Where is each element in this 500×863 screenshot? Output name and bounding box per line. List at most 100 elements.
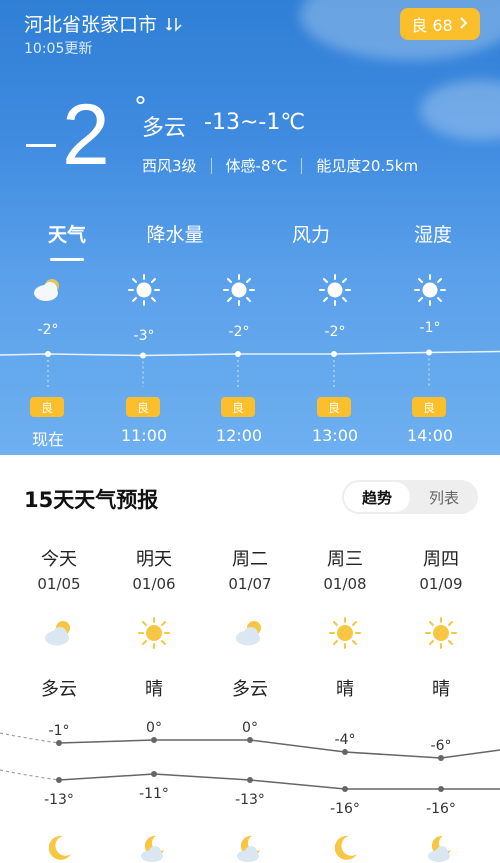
air-quality-button[interactable]: 良 68 bbox=[400, 8, 480, 40]
minus-sign bbox=[26, 144, 56, 147]
sun-icon bbox=[223, 274, 255, 306]
low-temp-label: -13° bbox=[44, 792, 74, 808]
cloudy-night-icon bbox=[141, 835, 164, 862]
trend-view-button[interactable]: 趋势 bbox=[344, 482, 410, 512]
hour-time: 现在 bbox=[31, 430, 64, 449]
day-condition: 晴 bbox=[432, 679, 450, 700]
sun-icon bbox=[319, 274, 351, 306]
low-temp-point bbox=[56, 777, 62, 783]
current-temperature: 2 ° bbox=[26, 87, 147, 183]
hour-aqi-badge: 良 bbox=[412, 397, 446, 417]
day-name: 明天 bbox=[136, 549, 172, 570]
header-top: 河北省张家口市 10:05更新 良 68 bbox=[24, 8, 480, 57]
high-temp-label: -6° bbox=[431, 738, 452, 754]
day-date: 01/06 bbox=[132, 575, 176, 593]
sun-icon bbox=[128, 274, 160, 306]
hour-temperature: -3° bbox=[133, 328, 155, 344]
low-temp-point bbox=[151, 771, 157, 777]
day-date: 01/05 bbox=[37, 575, 81, 593]
tab-humidity[interactable]: 湿度 bbox=[383, 220, 483, 247]
day-condition: 多云 bbox=[41, 679, 77, 700]
tab-weather[interactable]: 天气 bbox=[17, 220, 117, 247]
hour-time: 14:00 bbox=[406, 426, 454, 445]
day-date: 01/09 bbox=[419, 575, 463, 593]
day-condition: 晴 bbox=[145, 679, 163, 700]
low-temp-label: -11° bbox=[139, 786, 169, 802]
tab-wind[interactable]: 风力 bbox=[261, 220, 361, 247]
day-name: 周三 bbox=[327, 549, 363, 570]
tab-precipitation[interactable]: 降水量 bbox=[125, 220, 225, 247]
view-toggle: 趋势 列表 bbox=[342, 480, 478, 514]
low-temp-point bbox=[342, 786, 348, 792]
current-condition: 多云 bbox=[142, 116, 187, 141]
hour-point bbox=[235, 351, 241, 357]
high-temp-label: -4° bbox=[335, 732, 356, 748]
condition-line: 多云 -13~-1℃ bbox=[142, 110, 305, 142]
weather-header: 河北省张家口市 10:05更新 良 68 2 ° 多云 -13~-1℃ 西风3级… bbox=[0, 0, 500, 455]
active-tab-indicator bbox=[50, 258, 84, 261]
list-view-button[interactable]: 列表 bbox=[412, 482, 476, 512]
low-temp-label: -16° bbox=[426, 801, 456, 817]
low-temp-label: -13° bbox=[235, 792, 265, 808]
low-temp-label: -16° bbox=[330, 801, 360, 817]
hourly-forecast[interactable]: -2° 良 现在 -3° 良 11:00 -2° 良 12:00 -2° 良 1… bbox=[0, 272, 500, 452]
visibility: 能见度20.5km bbox=[316, 157, 419, 175]
hour-temperature: -1° bbox=[419, 320, 441, 336]
hour-time: 12:00 bbox=[215, 426, 263, 445]
day-condition: 晴 bbox=[336, 679, 354, 700]
sun-icon bbox=[329, 617, 361, 649]
low-temp-point bbox=[438, 786, 444, 792]
day-date: 01/07 bbox=[228, 575, 272, 593]
wind-info: 西风3级 bbox=[142, 157, 197, 175]
switch-location-icon[interactable] bbox=[165, 15, 183, 33]
hour-temperature: -2° bbox=[37, 322, 59, 338]
location-selector[interactable]: 河北省张家口市 bbox=[24, 10, 183, 37]
hour-point bbox=[140, 352, 146, 359]
hour-temperature: -2° bbox=[324, 324, 346, 340]
sun-icon bbox=[414, 274, 446, 306]
temperature-trend-chart: -1° -13° 0° -11° 0° -13° -4° -16° -6° -16° bbox=[0, 720, 500, 817]
cloudy-night-icon bbox=[237, 835, 260, 862]
high-temp-point bbox=[56, 740, 62, 746]
low-temp-point bbox=[247, 777, 253, 783]
forecast-header: 15天天气预报 趋势 列表 bbox=[24, 480, 478, 520]
high-temp-point bbox=[247, 737, 253, 743]
temperature-range: -13~-1℃ bbox=[204, 110, 306, 135]
day-name: 周二 bbox=[232, 549, 268, 570]
hour-aqi-badge: 良 bbox=[221, 397, 255, 417]
day-date: 01/08 bbox=[323, 575, 367, 593]
detail-line: 西风3级 体感-8℃ 能见度20.5km bbox=[142, 155, 418, 176]
moon-icon bbox=[334, 835, 357, 860]
moon-icon bbox=[48, 835, 71, 860]
hour-time: 13:00 bbox=[311, 426, 359, 445]
forecast-title: 15天天气预报 bbox=[24, 488, 159, 512]
location-name: 河北省张家口市 bbox=[24, 14, 158, 36]
cloudy-night-icon bbox=[428, 835, 451, 862]
sky-cloud-decoration bbox=[420, 80, 500, 140]
divider bbox=[210, 157, 212, 174]
hour-point bbox=[426, 349, 432, 356]
day-condition: 多云 bbox=[232, 679, 268, 700]
update-time: 10:05更新 bbox=[24, 41, 93, 57]
day-name: 今天 bbox=[41, 549, 77, 570]
divider bbox=[301, 157, 303, 174]
high-temp-label: 0° bbox=[146, 720, 162, 736]
high-temp-label: 0° bbox=[242, 720, 258, 736]
high-temp-label: -1° bbox=[49, 723, 70, 739]
high-temp-point bbox=[342, 749, 348, 755]
temperature-value: 2 bbox=[62, 87, 110, 183]
cloudy-icon bbox=[34, 279, 59, 301]
hourly-tabs: 天气 降水量 风力 湿度 bbox=[0, 220, 500, 264]
hour-aqi-badge: 良 bbox=[126, 397, 160, 417]
hour-aqi-badge: 良 bbox=[30, 397, 64, 417]
feels-like: 体感-8℃ bbox=[225, 157, 288, 175]
hour-temperature: -2° bbox=[228, 324, 250, 340]
partly-cloudy-icon bbox=[45, 621, 70, 646]
hour-point bbox=[45, 351, 51, 357]
high-temp-point bbox=[151, 737, 157, 743]
sun-icon bbox=[425, 617, 457, 649]
chevron-right-icon bbox=[459, 15, 469, 34]
high-temp-point bbox=[438, 755, 444, 761]
day-name: 周四 bbox=[423, 549, 459, 570]
partly-cloudy-icon bbox=[236, 621, 261, 646]
